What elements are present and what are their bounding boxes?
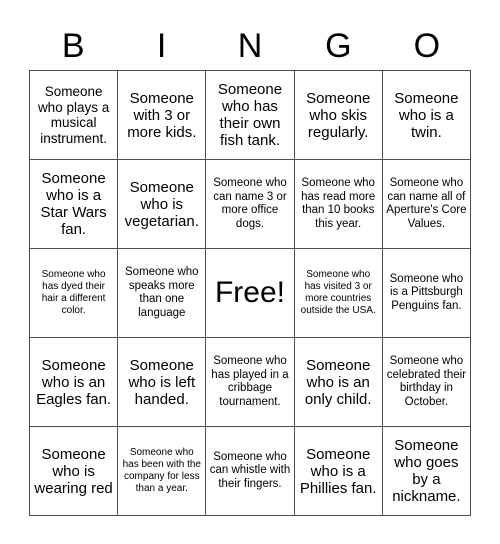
- bingo-cell-r5c3[interactable]: Someone who can whistle with their finge…: [206, 427, 295, 516]
- bingo-header: B I N G O: [29, 22, 471, 70]
- bingo-cell-text: Someone who can name all of Aperture's C…: [386, 177, 467, 230]
- bingo-cell-r4c1[interactable]: Someone who is an Eagles fan.: [30, 338, 119, 427]
- bingo-cell-r2c1[interactable]: Someone who is a Star Wars fan.: [30, 160, 119, 249]
- bingo-cell-text: Someone who is an Eagles fan.: [36, 356, 112, 408]
- bingo-grid: Someone who plays a musical instrument. S…: [29, 70, 471, 516]
- bingo-card: B I N G O Someone who plays a musical in…: [0, 0, 500, 544]
- bingo-cell-text: Someone who has read more than 10 books …: [301, 177, 376, 230]
- bingo-cell-text: Someone who skis regularly.: [306, 89, 371, 141]
- bingo-cell-text: Someone who can name 3 or more office do…: [213, 177, 287, 230]
- bingo-cell-r1c3[interactable]: Someone who has their own fish tank.: [206, 71, 295, 160]
- bingo-cell-text: Free!: [214, 276, 285, 309]
- bingo-cell-text: Someone who is vegetarian.: [124, 178, 199, 230]
- bingo-cell-text: Someone who is left handed.: [128, 356, 196, 408]
- bingo-cell-r3c1[interactable]: Someone who has dyed their hair a differ…: [30, 249, 119, 338]
- bingo-cell-r5c1[interactable]: Someone who is wearing red: [30, 427, 119, 516]
- bingo-cell-text: Someone who is a Phillies fan.: [299, 445, 377, 497]
- bingo-cell-r1c1[interactable]: Someone who plays a musical instrument.: [30, 71, 119, 160]
- bingo-cell-text: Someone who has been with the company fo…: [122, 447, 201, 494]
- bingo-cell-r2c2[interactable]: Someone who is vegetarian.: [118, 160, 207, 249]
- bingo-cell-text: Someone who is wearing red: [34, 445, 113, 497]
- bingo-cell-r3c3[interactable]: Free!: [206, 249, 295, 338]
- bingo-cell-r3c2[interactable]: Someone who speaks more than one languag…: [118, 249, 207, 338]
- bingo-cell-r4c5[interactable]: Someone who celebrated their birthday in…: [382, 338, 471, 427]
- bingo-cell-r5c5[interactable]: Someone who goes by a nickname.: [382, 427, 471, 516]
- bingo-cell-r5c4[interactable]: Someone who is a Phillies fan.: [294, 427, 383, 516]
- bingo-cell-r4c2[interactable]: Someone who is left handed.: [118, 338, 207, 427]
- bingo-cell-text: Someone who has played in a cribbage tou…: [211, 355, 289, 408]
- bingo-cell-text: Someone who goes by a nickname.: [392, 437, 461, 505]
- bingo-cell-r1c2[interactable]: Someone with 3 or more kids.: [118, 71, 207, 160]
- bingo-cell-text: Someone who is an only child.: [304, 356, 372, 408]
- bingo-cell-text: Someone who has dyed their hair a differ…: [41, 269, 106, 316]
- bingo-cell-text: Someone who is a twin.: [394, 89, 459, 141]
- header-letter-i: I: [156, 27, 167, 65]
- bingo-cell-r4c3[interactable]: Someone who has played in a cribbage tou…: [206, 338, 295, 427]
- bingo-cell-text: Someone who is a Pittsburgh Penguins fan…: [389, 272, 464, 312]
- bingo-cell-r4c4[interactable]: Someone who is an only child.: [294, 338, 383, 427]
- bingo-cell-r3c4[interactable]: Someone who has visited 3 or more countr…: [294, 249, 383, 338]
- bingo-cell-text: Someone who has visited 3 or more countr…: [300, 269, 376, 316]
- header-letter-o: O: [413, 27, 441, 65]
- bingo-cell-text: Someone who is a Star Wars fan.: [40, 170, 107, 238]
- bingo-cell-text: Someone who has their own fish tank.: [217, 81, 283, 149]
- bingo-cell-r2c3[interactable]: Someone who can name 3 or more office do…: [206, 160, 295, 249]
- bingo-cell-text: Someone with 3 or more kids.: [127, 89, 197, 141]
- bingo-cell-r2c5[interactable]: Someone who can name all of Aperture's C…: [382, 160, 471, 249]
- bingo-cell-r5c2[interactable]: Someone who has been with the company fo…: [118, 427, 207, 516]
- bingo-cell-text: Someone who speaks more than one languag…: [125, 266, 199, 319]
- bingo-cell-text: Someone who can whistle with their finge…: [209, 450, 291, 490]
- bingo-cell-r1c5[interactable]: Someone who is a twin.: [382, 71, 471, 160]
- header-letter-n: N: [237, 27, 263, 65]
- bingo-cell-r2c4[interactable]: Someone who has read more than 10 books …: [294, 160, 383, 249]
- bingo-cell-r3c5[interactable]: Someone who is a Pittsburgh Penguins fan…: [382, 249, 471, 338]
- header-letter-g: G: [325, 27, 352, 65]
- bingo-cell-text: Someone who plays a musical instrument.: [37, 84, 110, 146]
- header-letter-b: B: [61, 27, 85, 65]
- bingo-cell-r1c4[interactable]: Someone who skis regularly.: [294, 71, 383, 160]
- bingo-cell-text: Someone who celebrated their birthday in…: [386, 355, 467, 408]
